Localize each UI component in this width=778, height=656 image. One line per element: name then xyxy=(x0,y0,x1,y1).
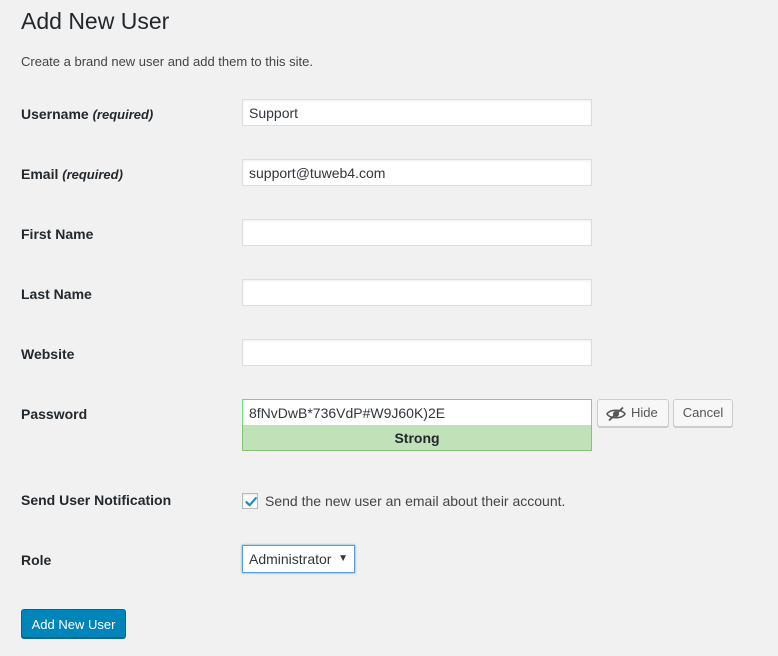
send-notification-checkbox-label[interactable]: Send the new user an email about their a… xyxy=(265,493,565,510)
hide-password-label: Hide xyxy=(631,405,658,420)
send-notification-checkbox[interactable] xyxy=(242,493,258,509)
page-title: Add New User xyxy=(21,8,170,34)
cancel-password-button[interactable]: Cancel xyxy=(673,399,733,427)
role-label: Role xyxy=(21,552,52,568)
username-label: Username (required) xyxy=(21,106,154,122)
email-required-note: (required) xyxy=(62,167,123,182)
website-label: Website xyxy=(21,346,75,362)
page-subtitle: Create a brand new user and add them to … xyxy=(21,54,313,69)
checkmark-icon xyxy=(245,497,257,507)
caret-down-icon: ▼ xyxy=(338,553,348,564)
hide-password-button[interactable]: Hide xyxy=(597,399,669,427)
username-required-note: (required) xyxy=(92,107,154,122)
add-new-user-page: Add New User Create a brand new user and… xyxy=(0,0,778,656)
username-input[interactable] xyxy=(242,99,592,126)
email-input[interactable] xyxy=(242,159,592,186)
role-select[interactable]: Administrator ▼ xyxy=(242,545,355,573)
notification-label: Send User Notification xyxy=(21,492,172,508)
website-input[interactable] xyxy=(242,339,592,366)
add-new-user-button[interactable]: Add New User xyxy=(21,609,126,638)
password-label: Password xyxy=(21,406,88,422)
last-name-label: Last Name xyxy=(21,286,92,302)
email-label: Email (required) xyxy=(21,166,123,182)
role-select-value: Administrator xyxy=(249,551,332,567)
password-input[interactable] xyxy=(242,399,592,425)
eye-slash-icon xyxy=(606,405,626,422)
first-name-input[interactable] xyxy=(242,219,592,246)
first-name-label: First Name xyxy=(21,226,94,242)
password-strength-meter: Strong xyxy=(242,425,592,451)
last-name-input[interactable] xyxy=(242,279,592,306)
